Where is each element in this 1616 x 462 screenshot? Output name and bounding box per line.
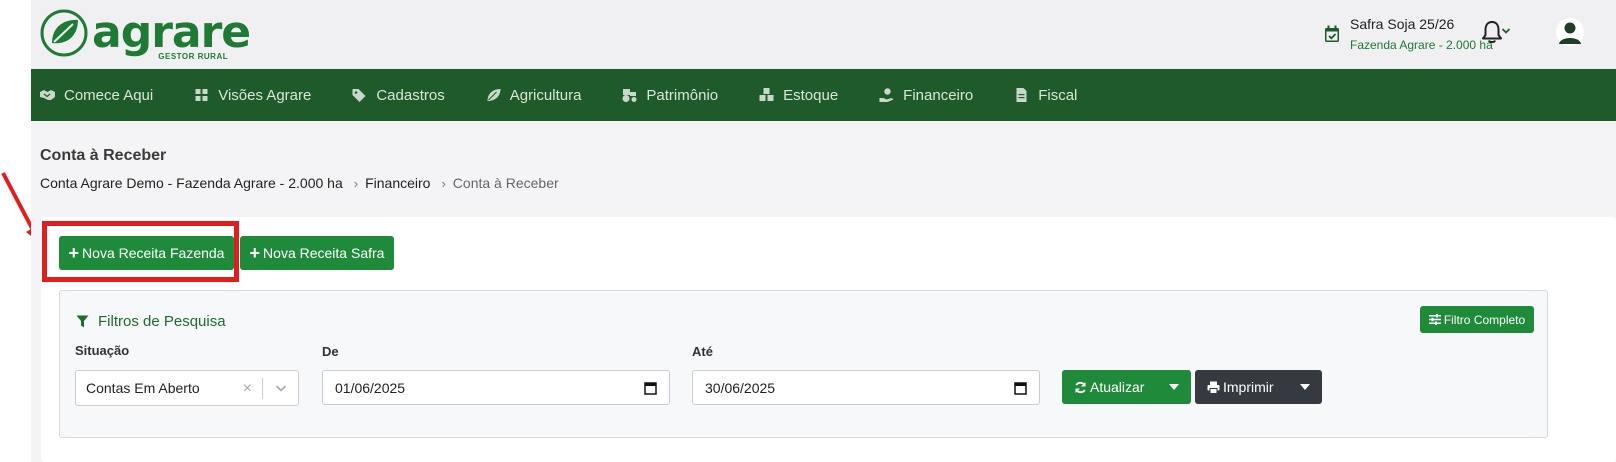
caret-down-icon <box>1168 384 1179 390</box>
brand-name: agrare <box>92 7 251 58</box>
user-icon <box>1559 22 1581 44</box>
calendar-icon[interactable] <box>644 381 657 395</box>
handshake-icon <box>40 90 55 100</box>
breadcrumb-financeiro[interactable]: Financeiro <box>365 175 430 191</box>
select-divider <box>262 378 263 399</box>
filter-icon <box>76 315 89 328</box>
ate-date-value: 30/06/2025 <box>705 379 776 396</box>
nav-comece-aqui[interactable]: Comece Aqui <box>39 87 153 104</box>
calendar-check-icon <box>1325 25 1339 42</box>
season-title: Safra Soja 25/26 <box>1350 16 1455 32</box>
ate-label: Até <box>692 344 713 359</box>
button-label: Nova Receita Safra <box>263 245 385 261</box>
nav-label: Comece Aqui <box>64 86 154 104</box>
nav-label: Financeiro <box>903 86 974 104</box>
filtro-completo-button[interactable]: Filtro Completo <box>1420 306 1534 333</box>
agrare-logo[interactable]: agrare GESTOR RURAL <box>40 7 251 61</box>
leaf-logo-icon <box>40 9 88 57</box>
atualizar-dropdown-toggle[interactable] <box>1156 370 1191 404</box>
main-nav: Comece Aqui Visões Agrare Cadastros Agri… <box>31 69 1616 121</box>
printer-icon <box>1207 381 1220 394</box>
breadcrumb-account[interactable]: Conta Agrare Demo - Fazenda Agrare - 2.0… <box>40 175 343 191</box>
atualizar-button[interactable]: Atualizar <box>1062 370 1156 404</box>
nav-patrimonio[interactable]: Patrimônio <box>621 87 718 104</box>
bell-icon[interactable] <box>1481 20 1503 44</box>
atualizar-split-button: Atualizar <box>1062 370 1191 404</box>
de-date-input[interactable]: 01/06/2025 <box>322 370 670 405</box>
nav-label: Agricultura <box>509 86 582 104</box>
ate-date-input[interactable]: 30/06/2025 <box>692 370 1040 405</box>
nav-label: Visões Agrare <box>218 86 312 104</box>
nova-receita-safra-button[interactable]: + Nova Receita Safra <box>240 236 394 270</box>
breadcrumb-current: Conta à Receber <box>452 175 559 191</box>
tags-icon <box>352 89 366 102</box>
nav-fiscal[interactable]: Fiscal <box>1013 87 1077 104</box>
hand-coin-icon <box>879 88 894 102</box>
invoice-icon <box>1016 88 1027 102</box>
chevron-down-icon <box>275 385 287 392</box>
refresh-icon <box>1075 381 1086 393</box>
leaf-icon <box>487 89 501 101</box>
imprimir-dropdown-toggle[interactable] <box>1287 370 1322 404</box>
imprimir-button[interactable]: Imprimir <box>1195 370 1287 404</box>
boxes-icon <box>759 88 774 101</box>
chevron-right-icon: › <box>441 175 446 191</box>
sliders-icon <box>1428 314 1441 325</box>
calendar-icon[interactable] <box>1014 381 1027 395</box>
situacao-select[interactable]: Contas Em Aberto × <box>75 370 299 406</box>
clear-icon[interactable]: × <box>243 380 252 398</box>
nav-label: Estoque <box>783 86 839 104</box>
nav-financeiro[interactable]: Financeiro <box>878 87 973 104</box>
de-date-value: 01/06/2025 <box>335 379 406 396</box>
caret-down-icon <box>1299 384 1310 390</box>
plus-icon: + <box>249 243 261 263</box>
situacao-value: Contas Em Aberto <box>86 380 200 396</box>
filters-panel: Filtros de Pesquisa Filtro Completo Situ… <box>59 290 1548 438</box>
nav-estoque[interactable]: Estoque <box>758 87 838 104</box>
imprimir-split-button: Imprimir <box>1195 370 1322 404</box>
nav-agricultura[interactable]: Agricultura <box>485 86 582 104</box>
top-header: agrare GESTOR RURAL Safra Soja 25/26 Faz… <box>31 0 1616 69</box>
grid-icon <box>195 89 208 101</box>
season-farm: Fazenda Agrare - 2.000 ha <box>1350 38 1493 52</box>
breadcrumb: Conta Agrare Demo - Fazenda Agrare - 2.0… <box>40 175 559 191</box>
nav-label: Patrimônio <box>646 86 719 104</box>
nav-cadastros[interactable]: Cadastros <box>351 86 445 104</box>
annotation-highlight-box <box>42 221 239 282</box>
nav-visoes-agrare[interactable]: Visões Agrare <box>193 87 311 104</box>
tractor-icon <box>622 89 637 102</box>
button-label: Atualizar <box>1090 379 1145 395</box>
nav-label: Cadastros <box>376 86 445 104</box>
button-label: Filtro Completo <box>1443 312 1526 327</box>
nav-label: Fiscal <box>1038 86 1078 104</box>
brand-tagline: GESTOR RURAL <box>158 52 229 61</box>
user-avatar[interactable] <box>1556 18 1584 46</box>
page-title: Conta à Receber <box>40 147 167 164</box>
de-label: De <box>322 344 339 359</box>
button-label: Imprimir <box>1223 379 1274 395</box>
filters-header: Filtros de Pesquisa <box>76 313 226 330</box>
situacao-label: Situação <box>75 343 130 358</box>
filters-title: Filtros de Pesquisa <box>98 313 226 330</box>
chevron-right-icon: › <box>353 175 359 191</box>
